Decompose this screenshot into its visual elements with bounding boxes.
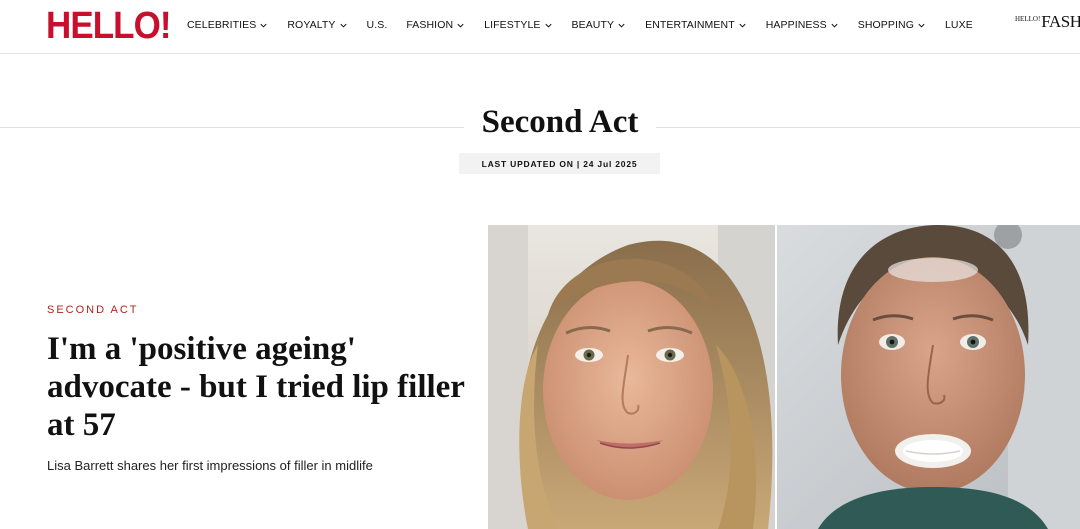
chevron-down-icon: [457, 23, 464, 28]
chevron-down-icon: [739, 23, 746, 28]
nav-item-shopping[interactable]: SHOPPING: [858, 19, 926, 31]
page-title: Second Act: [481, 104, 639, 140]
nav-item-luxe[interactable]: LUXE: [945, 19, 973, 31]
nav-item-label: BEAUTY: [571, 19, 615, 31]
article-standfirst: Lisa Barrett shares her first impression…: [47, 458, 373, 473]
photo-right: [777, 225, 1080, 529]
title-divider-left: [0, 127, 464, 128]
nav-item-royalty[interactable]: ROYALTY: [287, 19, 347, 31]
nav-item-label: LUXE: [944, 19, 973, 31]
chevron-down-icon: [544, 23, 552, 28]
fashion-logo-prefix: HELLO!: [1015, 15, 1041, 23]
nav-item-label: SHOPPING: [857, 19, 914, 31]
article-hero-image[interactable]: [488, 225, 1080, 529]
chevron-down-icon: [918, 23, 925, 28]
article-headline[interactable]: I'm a 'positive ageing' advocate - but I…: [47, 330, 467, 444]
main-nav: CELEBRITIES ROYALTY U.S. FASHION LIFESTY…: [187, 0, 992, 50]
hero-photo-illustration: [488, 225, 1080, 529]
nav-item-label: HAPPINESS: [765, 19, 827, 31]
chevron-down-icon: [339, 23, 347, 28]
nav-item-label: ENTERTAINMENT: [645, 19, 735, 31]
nav-item-label: U.S.: [366, 19, 388, 31]
chevron-down-icon: [831, 23, 838, 28]
title-divider-right: [656, 127, 1080, 128]
photo-left: [488, 225, 775, 529]
fashion-logo-text: FASHION: [1041, 12, 1080, 31]
article-kicker[interactable]: SECOND ACT: [47, 304, 139, 316]
nav-item-label: ROYALTY: [287, 19, 336, 31]
nav-item-label: LIFESTYLE: [484, 19, 541, 31]
nav-item-label: CELEBRITIES: [187, 19, 257, 31]
nav-item-beauty[interactable]: BEAUTY: [572, 19, 627, 31]
nav-item-label: FASHION: [406, 19, 454, 31]
nav-item-happiness[interactable]: HAPPINESS: [766, 19, 839, 31]
last-updated-badge: LAST UPDATED ON | 24 Jul 2025: [459, 153, 660, 174]
nav-item-us[interactable]: U.S.: [367, 19, 388, 31]
hello-logo[interactable]: HELLO!: [46, 4, 172, 48]
hello-fashion-logo[interactable]: HELLO!FASHION: [1015, 12, 1080, 32]
nav-item-celebrities[interactable]: CELEBRITIES: [187, 19, 268, 31]
nav-item-fashion[interactable]: FASHION: [406, 19, 465, 31]
nav-item-entertainment[interactable]: ENTERTAINMENT: [645, 19, 747, 31]
chevron-down-icon: [260, 23, 267, 28]
nav-item-lifestyle[interactable]: LIFESTYLE: [484, 19, 552, 31]
chevron-down-icon: [618, 23, 625, 28]
site-header: HELLO! CELEBRITIES ROYALTY U.S. FASHION …: [0, 0, 1080, 54]
